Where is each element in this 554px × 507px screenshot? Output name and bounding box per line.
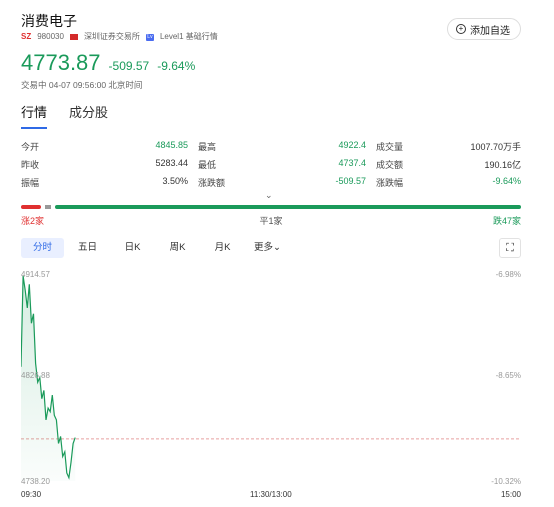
stat-cell: 昨收 5283.44 [21, 158, 198, 171]
stat-value: 3.50% [162, 175, 188, 186]
period-tab-daily[interactable]: 日K [111, 238, 154, 258]
stat-label: 最高 [198, 141, 217, 152]
stat-cell: 今开 4845.85 [21, 140, 198, 153]
x-tick: 15:00 [500, 490, 521, 499]
stat-cell: 振幅 3.50% [21, 176, 198, 189]
stat-label: 最低 [198, 159, 217, 170]
stat-value: 4737.4 [338, 157, 366, 168]
page-title: 消费电子 [21, 13, 77, 29]
stat-value: 4922.4 [338, 139, 366, 150]
period-tabs: 分时 五日 日K 周K 月K 更多⌄ ⛶ [21, 238, 521, 258]
add-watchlist-label: 添加自选 [470, 25, 510, 37]
breadth-flat-label: 平1家 [259, 216, 283, 226]
last-price: 4773.87 [21, 50, 101, 75]
stat-value: 5283.44 [155, 157, 188, 168]
stat-cell: 成交量 1007.70万手 [376, 140, 521, 153]
price-change: -509.57 [108, 59, 150, 73]
breadth-down-segment [55, 205, 521, 209]
stat-label: 振幅 [21, 177, 40, 188]
price-change-pct: -9.64% [157, 59, 196, 73]
stats-row: 昨收 5283.44 最低 4737.4 成交额 190.16亿 [21, 155, 521, 173]
stat-label: 昨收 [21, 159, 40, 170]
stat-cell: 最高 4922.4 [198, 140, 376, 153]
period-tab-5day[interactable]: 五日 [66, 238, 109, 258]
period-tab-intraday[interactable]: 分时 [21, 238, 64, 258]
breadth-flat-segment [45, 205, 51, 209]
period-tab-weekly[interactable]: 周K [156, 238, 199, 258]
x-tick: 11:30/13:00 [250, 490, 292, 499]
level-label: Level1 基础行情 [159, 32, 218, 41]
tab-constituents[interactable]: 成分股 [69, 102, 108, 129]
y-left-tick: 4738.20 [21, 477, 50, 486]
breadth-up-segment [21, 205, 41, 209]
stats-row: 振幅 3.50% 涨跌额 -509.57 涨跌幅 -9.64% [21, 173, 521, 191]
stat-value: 4845.85 [155, 139, 188, 150]
period-tab-more[interactable]: 更多⌄ [246, 238, 289, 258]
stat-cell: 涨跌幅 -9.64% [376, 176, 521, 189]
stats-row: 今开 4845.85 最高 4922.4 成交量 1007.70万手 [21, 137, 521, 155]
quote-row: 4773.87 -509.57 -9.64% [21, 50, 195, 76]
stat-cell: 最低 4737.4 [198, 158, 376, 171]
stat-value: 190.16亿 [484, 159, 521, 170]
exchange-name: 深圳证券交易所 [83, 32, 140, 41]
x-tick: 09:30 [21, 490, 42, 499]
y-right-tick: -6.98% [496, 270, 521, 279]
add-watchlist-button[interactable]: + 添加自选 [447, 18, 521, 40]
intraday-chart: 4914.57 4826.88 4738.20 -6.98% -8.65% -1… [21, 270, 521, 486]
security-code: 980030 [37, 32, 64, 41]
stat-value: -9.64% [492, 175, 521, 186]
stat-cell: 成交额 190.16亿 [376, 158, 521, 171]
stats-table: 今开 4845.85 最高 4922.4 成交量 1007.70万手 昨收 5283.4… [21, 137, 521, 191]
security-meta: SZ 980030 深圳证券交易所 Lv Level1 基础行情 [21, 32, 521, 42]
tab-quote[interactable]: 行情 [21, 102, 48, 129]
china-flag-icon [69, 34, 78, 40]
breadth-bar [21, 205, 521, 209]
stat-value: 1007.70万手 [470, 141, 521, 152]
y-left-tick: 4914.57 [21, 270, 50, 279]
y-right-tick: -8.65% [496, 371, 521, 380]
stat-label: 涨跌幅 [376, 177, 404, 188]
stat-label: 今开 [21, 141, 40, 152]
market-badge: SZ [21, 32, 32, 41]
period-tab-monthly[interactable]: 月K [201, 238, 244, 258]
stat-label: 成交额 [376, 159, 404, 170]
stat-label: 成交量 [376, 141, 404, 152]
header: 消费电子 SZ 980030 深圳证券交易所 Lv Level1 基础行情 [21, 12, 521, 42]
y-right-tick: -10.32% [491, 477, 521, 486]
trade-time: 交易中 04-07 09:56:00 北京时间 [21, 80, 143, 90]
expand-stats-chevron-icon[interactable]: ⌄ [265, 190, 273, 201]
y-left-tick: 4826.88 [21, 371, 50, 380]
main-tabs: 行情 成分股 [21, 102, 108, 129]
breadth-down-label: 跌47家 [492, 216, 521, 226]
plus-circle-icon: + [456, 24, 466, 34]
fullscreen-icon[interactable]: ⛶ [499, 238, 521, 258]
stat-value: -509.57 [335, 175, 366, 186]
level-icon: Lv [145, 33, 154, 41]
stat-cell: 涨跌额 -509.57 [198, 176, 376, 189]
stat-label: 涨跌额 [198, 177, 226, 188]
